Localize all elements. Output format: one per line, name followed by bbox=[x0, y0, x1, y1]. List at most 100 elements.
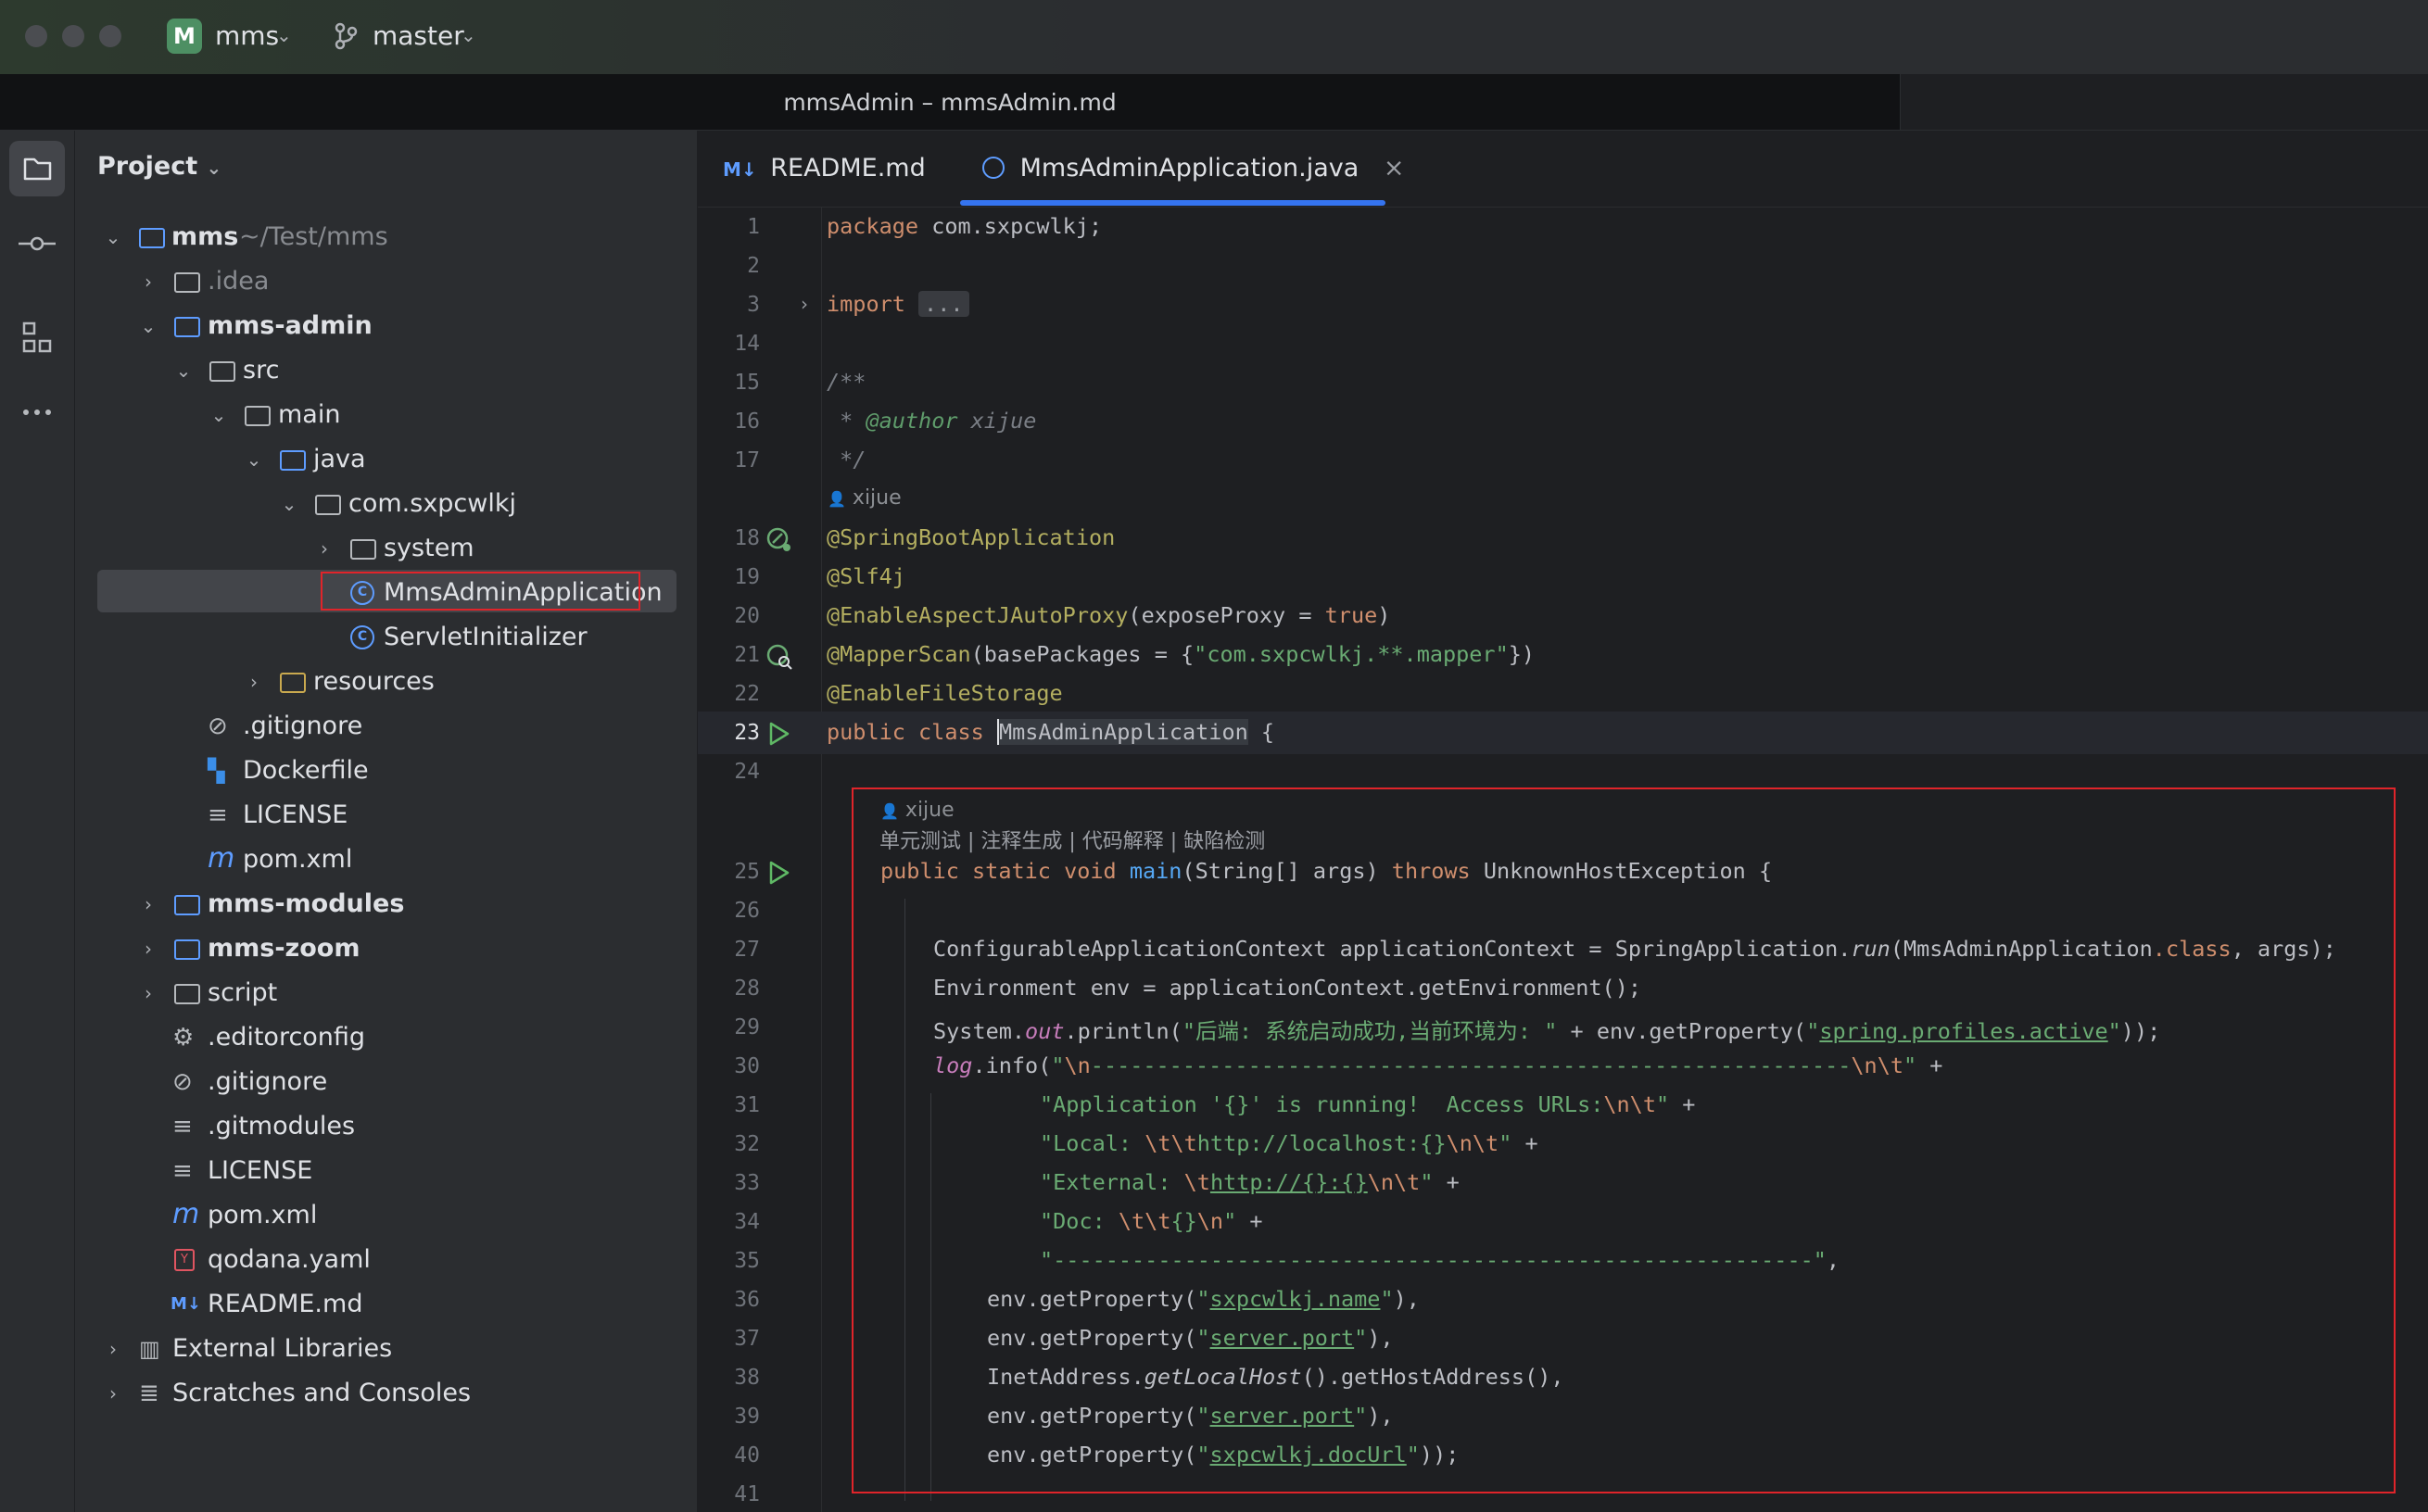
line-number: 16 bbox=[734, 410, 760, 434]
close-tab-icon[interactable]: × bbox=[1384, 154, 1405, 183]
code-line-25: public static void main(String[] args) t… bbox=[880, 858, 1773, 884]
line-number: 25 bbox=[734, 860, 760, 884]
spring-bean-icon[interactable] bbox=[765, 526, 793, 554]
chevron-down-icon[interactable]: ⌄ bbox=[461, 24, 476, 46]
structure-icon bbox=[22, 321, 52, 353]
code-line-29: System.out.println("后端: 系统启动成功,当前环境为: " … bbox=[933, 1018, 2161, 1044]
line-number: 39 bbox=[734, 1405, 760, 1429]
library-icon: ▥ bbox=[139, 1336, 160, 1362]
line-number: 3 bbox=[747, 293, 760, 317]
run-icon[interactable] bbox=[767, 721, 791, 747]
window-title: mmsAdmin – mmsAdmin.md bbox=[783, 89, 1117, 116]
code-line-23: public class MmsAdminApplication { bbox=[827, 719, 1275, 745]
line-number: 20 bbox=[734, 604, 760, 628]
person-icon: 👤 bbox=[880, 802, 899, 820]
chevron-right-icon[interactable]: › bbox=[102, 1371, 124, 1416]
chevron-down-icon[interactable]: ⌄ bbox=[276, 24, 292, 46]
code-line-33: "External: \thttp://{}:{}\n\t" + bbox=[1040, 1169, 1460, 1195]
line-number: 26 bbox=[734, 899, 760, 923]
resources-folder-icon bbox=[280, 673, 306, 693]
chevron-right-icon[interactable]: › bbox=[137, 971, 159, 1015]
more-icon bbox=[23, 410, 51, 415]
folded-imports[interactable]: ... bbox=[918, 291, 969, 317]
editor-tabs-bar bbox=[698, 131, 2428, 208]
chevron-right-icon[interactable]: › bbox=[137, 926, 159, 971]
spring-class-icon bbox=[982, 157, 1005, 179]
code-line-15: /** bbox=[827, 369, 866, 395]
line-number: 31 bbox=[734, 1093, 760, 1117]
line-number: 15 bbox=[734, 371, 760, 395]
project-badge[interactable]: M bbox=[167, 19, 202, 54]
module-folder-icon bbox=[174, 939, 200, 960]
code-line-35: "---------------------------------------… bbox=[1040, 1247, 1840, 1273]
code-line-3: import ... bbox=[827, 291, 969, 317]
chevron-right-icon[interactable]: › bbox=[102, 1327, 124, 1371]
commit-tool-button[interactable] bbox=[9, 216, 65, 271]
title-bar: M mms ⌄ master ⌄ bbox=[0, 0, 2428, 75]
window-zoom-button[interactable] bbox=[99, 25, 121, 47]
project-switcher[interactable]: mms bbox=[215, 20, 279, 51]
selection-highlight-box bbox=[321, 572, 640, 611]
yaml-icon: Y bbox=[174, 1249, 195, 1271]
code-line-38: InetAddress.getLocalHost().getHostAddres… bbox=[987, 1364, 1564, 1390]
structure-tool-button[interactable] bbox=[9, 310, 65, 366]
chevron-down-icon[interactable]: ⌄ bbox=[137, 304, 159, 348]
branch-icon bbox=[335, 22, 358, 50]
author-hint[interactable]: 👤 xijue bbox=[828, 486, 902, 510]
chevron-down-icon[interactable]: ⌄ bbox=[102, 215, 124, 259]
chevron-down-icon[interactable]: ⌄ bbox=[208, 393, 230, 437]
ai-code-actions[interactable]: 单元测试 | 注释生成 | 代码解释 | 缺陷检测 bbox=[879, 825, 1265, 854]
chevron-down-icon[interactable]: ⌄ bbox=[207, 157, 222, 179]
chevron-right-icon[interactable]: › bbox=[313, 526, 335, 571]
author-hint[interactable]: 👤 xijue bbox=[880, 799, 955, 822]
project-tool-button[interactable] bbox=[9, 141, 65, 196]
project-panel bbox=[75, 131, 698, 1512]
folder-icon bbox=[209, 361, 235, 382]
project-panel-title[interactable]: Project ⌄ bbox=[97, 152, 221, 181]
line-number: 34 bbox=[734, 1210, 760, 1234]
code-line-20: @EnableAspectJAutoProxy(exposeProxy = tr… bbox=[827, 602, 1391, 628]
line-number: 36 bbox=[734, 1288, 760, 1312]
folder-icon bbox=[174, 272, 200, 293]
fold-chevron-icon[interactable]: › bbox=[801, 293, 808, 315]
line-number: 35 bbox=[734, 1249, 760, 1273]
code-line-17: */ bbox=[827, 447, 866, 472]
window-title-strip-right bbox=[1900, 74, 2428, 131]
line-number: 19 bbox=[734, 565, 760, 589]
maven-icon: m bbox=[208, 842, 235, 875]
docker-icon: ▚ bbox=[208, 758, 225, 784]
tab-readme[interactable]: M↓ README.md bbox=[723, 154, 926, 183]
run-icon[interactable] bbox=[767, 860, 791, 886]
line-number: 38 bbox=[734, 1366, 760, 1390]
ignore-file-icon: ⊘ bbox=[208, 712, 228, 740]
scratches-icon: ≣ bbox=[139, 1380, 159, 1407]
window-minimize-button[interactable] bbox=[62, 25, 84, 47]
commit-icon bbox=[19, 236, 56, 251]
code-line-37: env.getProperty("server.port"), bbox=[987, 1325, 1394, 1351]
line-number: 14 bbox=[734, 332, 760, 356]
line-number: 1 bbox=[747, 215, 760, 239]
code-line-19: @Slf4j bbox=[827, 563, 905, 589]
chevron-right-icon[interactable]: › bbox=[243, 660, 265, 704]
line-number: 32 bbox=[734, 1132, 760, 1156]
gear-icon: ⚙ bbox=[172, 1024, 195, 1052]
chevron-right-icon[interactable]: › bbox=[137, 882, 159, 926]
line-number: 18 bbox=[734, 526, 760, 550]
chevron-right-icon[interactable]: › bbox=[137, 259, 159, 304]
chevron-down-icon[interactable]: ⌄ bbox=[278, 482, 300, 526]
mapper-scan-icon[interactable] bbox=[765, 643, 793, 671]
ignore-file-icon: ⊘ bbox=[172, 1068, 193, 1096]
window-close-button[interactable] bbox=[25, 25, 47, 47]
chevron-down-icon[interactable]: ⌄ bbox=[172, 348, 195, 393]
code-line-40: env.getProperty("sxpcwlkj.docUrl")); bbox=[987, 1442, 1460, 1468]
code-line-21: @MapperScan(basePackages = {"com.sxpcwlk… bbox=[827, 641, 1536, 667]
module-folder-icon bbox=[174, 895, 200, 915]
tab-mmsadminapplication[interactable]: MmsAdminApplication.java × bbox=[982, 154, 1405, 183]
code-line-39: env.getProperty("server.port"), bbox=[987, 1403, 1394, 1429]
more-tools-button[interactable] bbox=[9, 384, 65, 440]
chevron-down-icon[interactable]: ⌄ bbox=[243, 437, 265, 482]
branch-switcher[interactable]: master bbox=[373, 20, 464, 51]
line-number: 40 bbox=[734, 1443, 760, 1468]
text-file-icon: ≡ bbox=[172, 1157, 193, 1185]
text-cursor: MmsAdminApplication bbox=[996, 719, 1248, 745]
